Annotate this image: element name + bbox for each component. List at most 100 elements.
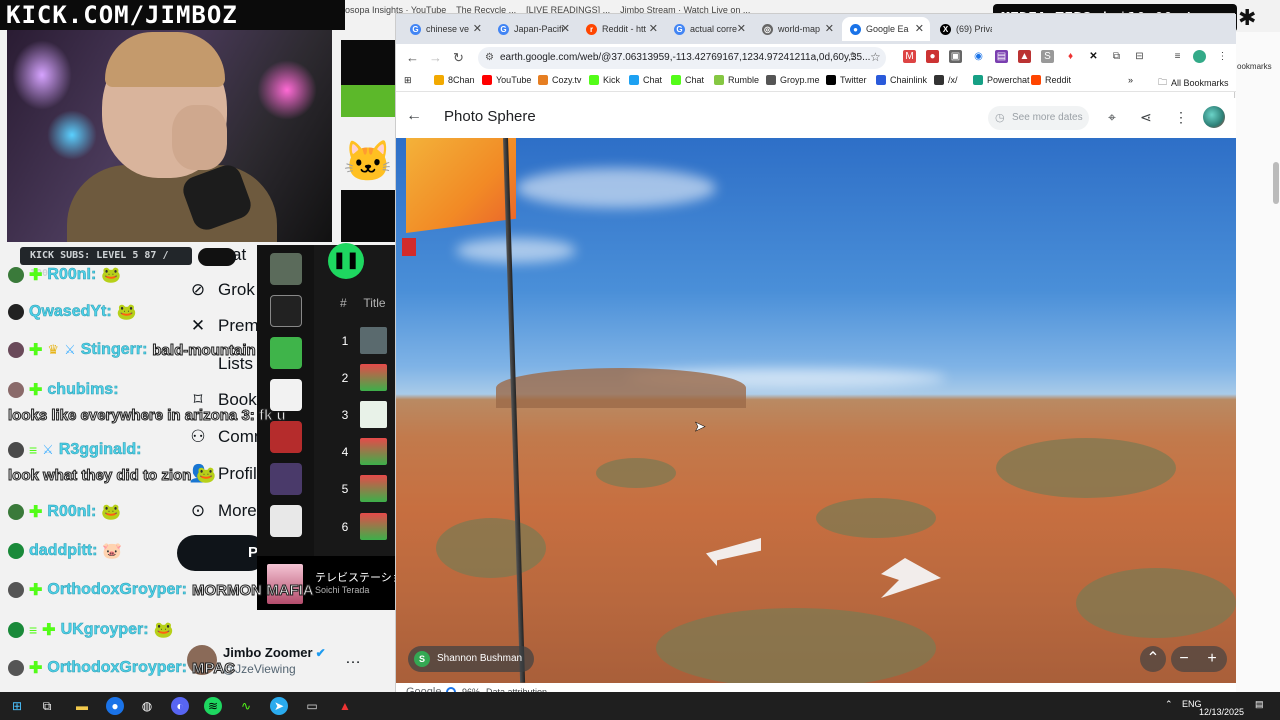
app-icon[interactable]: ▲ [336,697,354,715]
x-nav-more[interactable]: ⊙ More [188,501,257,521]
profile-avatar-icon[interactable] [1193,50,1206,63]
spotify-icon[interactable]: ≋ [204,697,222,715]
screenshot-icon[interactable]: ⌖ [1108,109,1116,126]
menu-icon[interactable]: ⋮ [1216,50,1229,63]
tab-chinese[interactable]: Gchinese ve ✕ [402,17,488,41]
bookmark-item[interactable]: Chainlink [876,75,927,85]
extension-icon[interactable]: ▣ [949,50,962,63]
track-art[interactable] [360,513,387,540]
playlist-thumb[interactable] [270,463,302,495]
chat-username[interactable]: chubims: [47,381,119,399]
zoom-in-button[interactable]: + [1199,646,1225,672]
bookmark-item[interactable]: Kick [589,75,620,85]
nav-arrow-left-icon[interactable] [706,538,761,566]
chat-username[interactable]: R00nI: [47,266,96,284]
extension-icon[interactable]: ▲ [1018,50,1031,63]
chrome-icon[interactable]: ● [106,697,124,715]
all-bookmarks-button[interactable]: 🗀 All Bookmarks [1158,75,1229,91]
x-extension-icon[interactable]: ✕ [1087,50,1100,63]
x-nav-grok[interactable]: ⊘ Grok [188,280,255,300]
more-vert-icon[interactable]: ⋮ [1174,109,1188,126]
site-info-icon[interactable]: ⚙ [485,47,494,69]
extension-icon[interactable]: S [1041,50,1054,63]
bookmark-item[interactable]: /x/ [934,75,958,85]
reload-icon[interactable]: ↻ [453,50,464,66]
avatar[interactable] [8,660,24,676]
extensions-puzzle-icon[interactable]: ⧉ [1110,50,1123,63]
bookmark-item[interactable]: Chat [629,75,662,85]
playlist-thumb[interactable] [270,253,302,285]
avatar[interactable] [8,582,24,598]
track-art[interactable] [360,401,387,428]
tab-x-privacy[interactable]: X(69) Privat [932,17,992,41]
forward-icon[interactable]: → [429,50,442,65]
account-avatar[interactable] [1203,106,1225,128]
telegram-icon[interactable]: ➤ [270,697,288,715]
avatar[interactable] [8,504,24,520]
tab-reddit[interactable]: r Reddit - htt ✕ [578,17,664,41]
bookmark-item[interactable]: Cozy.tv [538,75,581,85]
playlist-thumb[interactable] [270,505,302,537]
bookmark-item[interactable]: Powerchat [973,75,1030,85]
avatar[interactable] [8,304,24,320]
chat-username[interactable]: R3gginald: [59,441,142,459]
bookmark-item[interactable]: Chat [671,75,704,85]
bookmarks-overflow-icon[interactable]: » [1128,75,1133,85]
extension-icon[interactable]: ▤ [995,50,1008,63]
close-icon[interactable]: ✕ [825,22,834,35]
tab-japan[interactable]: G Japan-Pacifi ✕ [490,17,576,41]
bookmark-item[interactable]: Rumble [714,75,759,85]
extension-icon[interactable]: M [903,50,916,63]
play-pause-button[interactable]: ❚❚ [328,243,364,279]
windows-start-icon[interactable]: ⊞ [8,697,26,715]
chat-username[interactable]: R00nI: [47,503,96,521]
avatar[interactable] [8,543,24,559]
bookmark-item[interactable]: Groyp.me [766,75,820,85]
steam-icon[interactable]: ◍ [138,697,156,715]
more-options-icon[interactable]: … [345,650,361,668]
close-icon[interactable]: ✕ [649,22,658,35]
post-button[interactable]: P [177,535,267,571]
chat-username[interactable]: OrthodoxGroyper: [47,659,187,677]
nav-arrow-right-icon[interactable] [881,558,941,598]
extension-icon[interactable]: ♦ [1064,50,1077,63]
back-arrow-icon[interactable]: ← [406,107,422,125]
apps-icon[interactable]: ⊞ [404,75,412,86]
scrollbar[interactable] [1273,162,1279,204]
folder-icon[interactable] [270,295,302,327]
task-view-icon[interactable]: ⧉ [38,697,56,715]
extension-icon[interactable]: ● [926,50,939,63]
discord-icon[interactable]: ◐ [171,697,189,715]
compass-icon[interactable]: ⌃ [1140,646,1166,672]
bookmark-item[interactable]: Reddit [1031,75,1071,85]
zoom-out-button[interactable]: − [1171,646,1197,672]
tab-google-earth[interactable]: ● Google Ea ✕ [842,17,930,41]
obs-icon[interactable]: ∿ [237,697,255,715]
close-icon[interactable]: ✕ [561,22,570,35]
avatar[interactable] [8,382,24,398]
chat-username[interactable]: daddpitt: [29,542,98,560]
notifications-icon[interactable]: ▤ [1255,699,1264,710]
playlist-thumb[interactable] [270,337,302,369]
track-art[interactable] [360,438,387,465]
avatar[interactable] [8,267,24,283]
track-art[interactable] [360,327,387,354]
tray-chevron-icon[interactable]: ⌃ [1165,699,1173,710]
track-art[interactable] [360,475,387,502]
track-art[interactable] [360,364,387,391]
see-more-dates-button[interactable]: ◷ See more dates [988,106,1089,130]
star-icon[interactable]: ☆ [870,50,881,64]
tab-actual[interactable]: Gactual corre ✕ [666,17,752,41]
chat-username[interactable]: Stingerr: [80,341,147,359]
install-icon[interactable]: ⇪ [848,50,857,63]
share-icon[interactable]: ⋖ [1140,109,1152,126]
bookmark-item[interactable]: Twitter [826,75,867,85]
tab-world-map[interactable]: ◎ world-map ✕ [754,17,840,41]
extension-icon[interactable]: ◉ [972,50,985,63]
chat-username[interactable]: QwasedYt: [29,303,112,321]
tab-search-icon[interactable]: ⊟ [1133,50,1146,63]
bookmark-item[interactable]: 8Chan [434,75,475,85]
media-controls-icon[interactable]: ≡ [1171,50,1184,63]
bookmark-item[interactable]: YouTube [482,75,531,85]
avatar[interactable] [8,342,24,358]
